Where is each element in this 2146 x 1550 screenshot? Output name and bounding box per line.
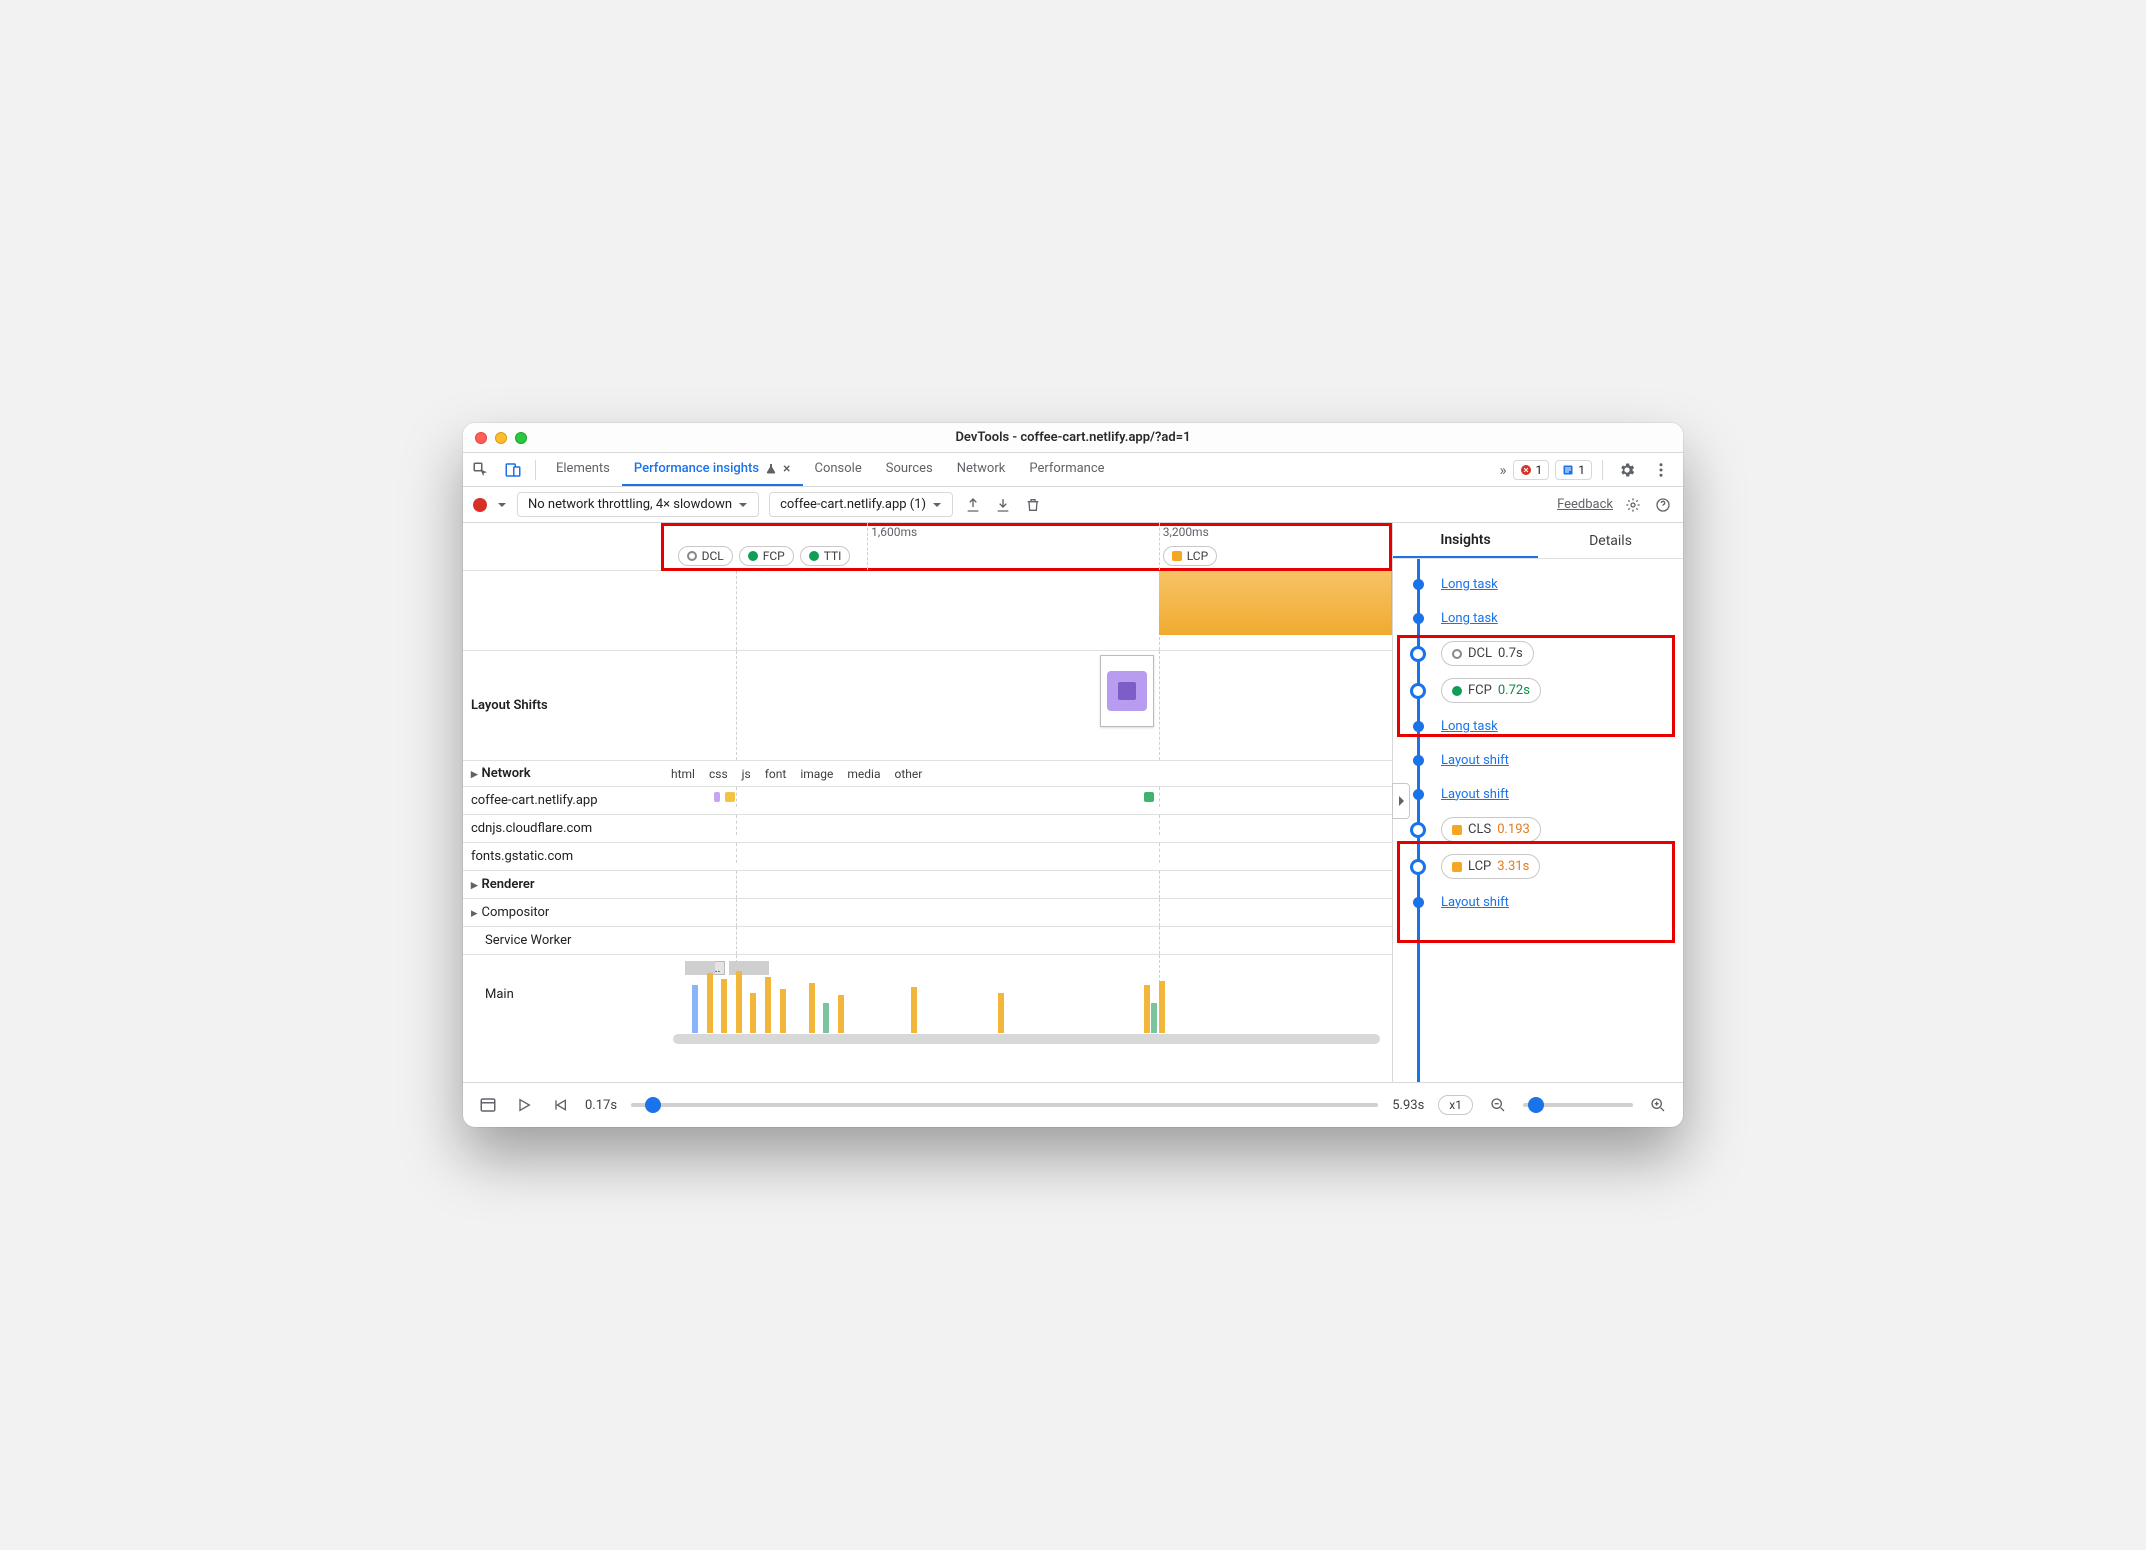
scrub-end-time: 5.93s <box>1392 1098 1424 1113</box>
marker-dcl-pill[interactable]: DCL <box>678 546 733 566</box>
service-worker-row[interactable]: Service Worker <box>463 927 1392 955</box>
insights-timeline: Long task Long task DCL 0.7s FCP 0.72s L… <box>1393 559 1683 1082</box>
import-icon[interactable] <box>993 495 1013 515</box>
panel-toolbar: No network throttling, 4× slowdown coffe… <box>463 487 1683 523</box>
panel-tabs: Elements Performance insights × Console … <box>544 453 1117 486</box>
network-origin-row[interactable]: cdnjs.cloudflare.com <box>463 815 1392 843</box>
minimize-window-button[interactable] <box>495 432 507 444</box>
main-split: 1,600ms 3,200ms DCL FCP TTI LCP <box>463 523 1683 1083</box>
time-tick: 1,600ms <box>871 525 917 539</box>
timeline-pane: 1,600ms 3,200ms DCL FCP TTI LCP <box>463 523 1393 1082</box>
renderer-section-header: ▸Renderer <box>463 871 1392 899</box>
filmstrip-frame[interactable] <box>1159 571 1392 635</box>
scrub-start-time: 0.17s <box>585 1098 617 1113</box>
insight-cls[interactable]: CLS 0.193 <box>1393 811 1683 848</box>
capture-select[interactable]: coffee-cart.netlify.app (1) <box>769 492 953 517</box>
more-menu-icon[interactable] <box>1647 456 1675 484</box>
tab-details[interactable]: Details <box>1538 523 1683 558</box>
help-icon[interactable] <box>1653 495 1673 515</box>
tab-sources[interactable]: Sources <box>874 453 945 486</box>
layout-shift-thumbnail[interactable] <box>1100 655 1154 727</box>
chevron-down-icon <box>932 500 942 510</box>
marker-tti-pill[interactable]: TTI <box>800 546 851 566</box>
record-button[interactable] <box>473 498 487 512</box>
disclosure-triangle-icon[interactable]: ▸ <box>471 767 478 782</box>
playback-scrubber: 0.17s 5.93s x1 <box>463 1083 1683 1127</box>
scrub-slider[interactable] <box>631 1103 1378 1107</box>
titlebar: DevTools - coffee-cart.netlify.app/?ad=1 <box>463 423 1683 453</box>
skip-to-start-icon[interactable] <box>549 1095 571 1115</box>
zoom-slider[interactable] <box>1523 1103 1633 1107</box>
window-title: DevTools - coffee-cart.netlify.app/?ad=1 <box>463 430 1683 445</box>
tab-insights[interactable]: Insights <box>1393 523 1538 558</box>
issues-count-badge[interactable]: 1 <box>1555 460 1592 480</box>
insight-dcl[interactable]: DCL 0.7s <box>1393 635 1683 672</box>
tab-network[interactable]: Network <box>945 453 1018 486</box>
issues-icon <box>1562 464 1574 476</box>
settings-gear-icon[interactable] <box>1613 456 1641 484</box>
traffic-lights <box>475 432 527 444</box>
inspect-element-icon[interactable] <box>467 456 495 484</box>
error-count-badge[interactable]: 1 <box>1513 460 1550 480</box>
error-icon <box>1520 464 1532 476</box>
device-toolbar-icon[interactable] <box>499 456 527 484</box>
export-icon[interactable] <box>963 495 983 515</box>
panel-settings-gear-icon[interactable] <box>1623 495 1643 515</box>
insights-pane: Insights Details Long task Long task DCL… <box>1393 523 1683 1082</box>
insight-long-task[interactable]: Long task <box>1393 709 1683 743</box>
zoom-window-button[interactable] <box>515 432 527 444</box>
play-icon[interactable] <box>513 1095 535 1115</box>
disclosure-triangle-icon[interactable]: ▸ <box>471 878 478 893</box>
zoom-in-icon[interactable] <box>1647 1095 1669 1115</box>
time-tick: 3,200ms <box>1163 525 1209 539</box>
record-menu-chevron-icon[interactable] <box>497 500 507 510</box>
filmstrip-row <box>463 571 1392 651</box>
marker-fcp-pill[interactable]: FCP <box>739 546 794 566</box>
experiment-icon <box>765 463 777 475</box>
compositor-row[interactable]: ▸Compositor <box>463 899 1392 927</box>
devtools-tabstrip: Elements Performance insights × Console … <box>463 453 1683 487</box>
network-section-header: ▸Network html css js font image media ot… <box>463 761 1392 787</box>
insight-long-task[interactable]: Long task <box>1393 601 1683 635</box>
playback-speed-button[interactable]: x1 <box>1438 1095 1473 1115</box>
layout-shifts-row: Layout Shifts <box>463 651 1392 761</box>
close-tab-icon[interactable]: × <box>783 461 790 477</box>
devtools-window: DevTools - coffee-cart.netlify.app/?ad=1… <box>463 423 1683 1127</box>
insight-layout-shift[interactable]: Layout shift <box>1393 743 1683 777</box>
tab-elements[interactable]: Elements <box>544 453 622 486</box>
feedback-link[interactable]: Feedback <box>1557 497 1613 512</box>
throttling-select[interactable]: No network throttling, 4× slowdown <box>517 492 759 517</box>
tab-performance[interactable]: Performance <box>1017 453 1116 486</box>
disclosure-triangle-icon[interactable]: ▸ <box>471 906 478 921</box>
main-thread-row[interactable]: Main ... <box>463 955 1392 1033</box>
tab-console[interactable]: Console <box>803 453 874 486</box>
network-origin-row[interactable]: fonts.gstatic.com <box>463 843 1392 871</box>
close-window-button[interactable] <box>475 432 487 444</box>
tab-performance-insights[interactable]: Performance insights × <box>622 453 803 486</box>
insight-layout-shift[interactable]: Layout shift <box>1393 885 1683 919</box>
insights-tabs: Insights Details <box>1393 523 1683 559</box>
horizontal-scrollbar[interactable] <box>673 1033 1380 1045</box>
time-ruler[interactable]: 1,600ms 3,200ms DCL FCP TTI LCP <box>463 523 1392 571</box>
row-label-layout-shifts: Layout Shifts <box>463 651 663 760</box>
insight-lcp[interactable]: LCP 3.31s <box>1393 848 1683 885</box>
chevron-down-icon <box>738 500 748 510</box>
zoom-out-icon[interactable] <box>1487 1095 1509 1115</box>
tabs-overflow-icon[interactable]: » <box>1499 461 1506 479</box>
marker-lcp-pill[interactable]: LCP <box>1163 546 1217 566</box>
insight-fcp[interactable]: FCP 0.72s <box>1393 672 1683 709</box>
insight-long-task[interactable]: Long task <box>1393 567 1683 601</box>
toggle-console-icon[interactable] <box>477 1095 499 1115</box>
delete-icon[interactable] <box>1023 495 1043 515</box>
network-origin-row[interactable]: coffee-cart.netlify.app <box>463 787 1392 815</box>
insight-layout-shift[interactable]: Layout shift <box>1393 777 1683 811</box>
